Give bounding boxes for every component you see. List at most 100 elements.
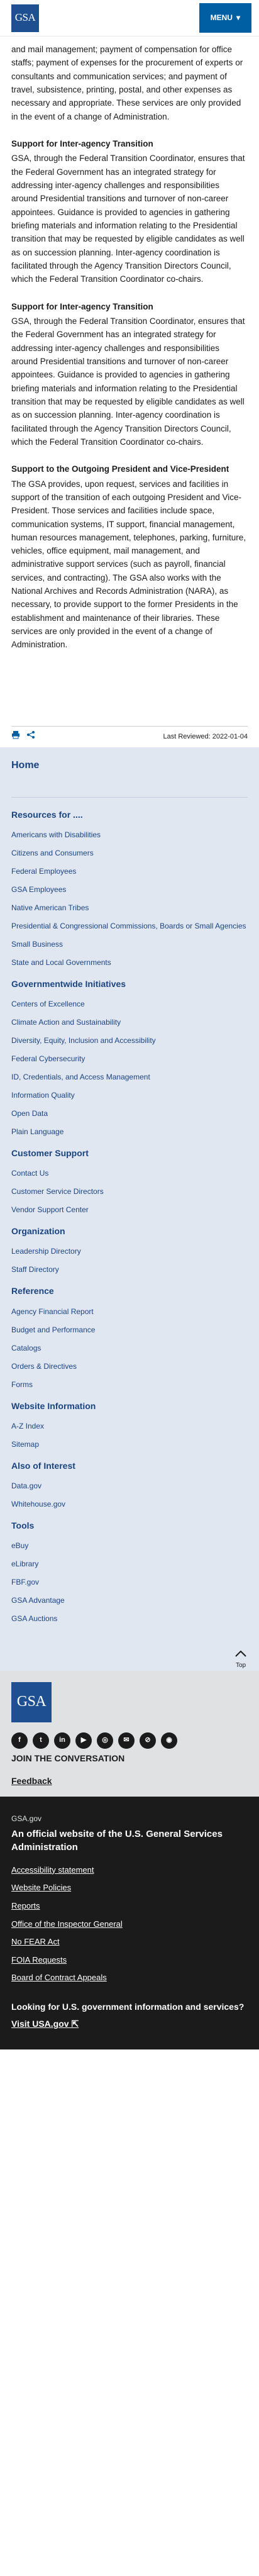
flickr-icon[interactable]: ⊘	[140, 1732, 156, 1749]
sitemap-link[interactable]: Centers of Excellence	[11, 998, 248, 1010]
sitemap-group-title: Customer Support	[11, 1148, 89, 1159]
sitemap-link[interactable]: eLibrary	[11, 1558, 248, 1570]
sitemap-group-title: Resources for ....	[11, 810, 83, 820]
sitemap-group-links: Centers of Excellence Climate Action and …	[11, 998, 248, 1137]
gov-identifier: GSA.gov An official website of the U.S. …	[0, 1796, 259, 2050]
chevron-down-icon: ▾	[236, 13, 240, 23]
sitemap-link[interactable]: ID, Credentials, and Access Management	[11, 1071, 248, 1083]
linkedin-icon[interactable]: in	[54, 1732, 70, 1749]
section-body: The GSA provides, upon request, services…	[11, 479, 246, 650]
section-heading: Support for Inter-agency Transition	[11, 138, 153, 148]
join-conversation-label: JOIN THE CONVERSATION	[11, 1753, 125, 1763]
sitemap-link[interactable]: Whitehouse.gov	[11, 1498, 248, 1510]
gsa-logo[interactable]: GSA	[11, 4, 39, 32]
sitemap-link[interactable]: Sitemap	[11, 1439, 248, 1450]
visit-usa-gov-link[interactable]: Visit USA.gov ⇱	[11, 2017, 248, 2031]
identifier-domain: GSA.gov	[11, 1814, 42, 1823]
sitemap-link[interactable]: Federal Cybersecurity	[11, 1053, 248, 1064]
social-links: f t in ▶ ◎ ✉ ⊘ ◉	[11, 1732, 248, 1749]
sitemap-link[interactable]: Contact Us	[11, 1168, 248, 1179]
sitemap-link[interactable]: Small Business	[11, 939, 248, 950]
identifier-link[interactable]: Accessibility statement	[11, 1864, 248, 1877]
identifier-looking: Looking for U.S. government information …	[11, 2001, 245, 2012]
sitemap-link[interactable]: Diversity, Equity, Inclusion and Accessi…	[11, 1035, 248, 1046]
sitemap-link[interactable]: Federal Employees	[11, 866, 248, 877]
sitemap-link[interactable]: Plain Language	[11, 1126, 248, 1137]
share-icon[interactable]	[26, 730, 35, 743]
sitemap-link[interactable]: Orders & Directives	[11, 1361, 248, 1372]
sitemap-link[interactable]: Vendor Support Center	[11, 1204, 248, 1215]
sitemap-groups: Resources for .... Americans with Disabil…	[11, 808, 248, 1624]
visit-label: Visit USA.gov	[11, 2019, 69, 2029]
identifier-link[interactable]: Office of the Inspector General	[11, 1918, 248, 1931]
sitemap-link[interactable]: Leadership Directory	[11, 1246, 248, 1257]
sitemap-group-title: Tools	[11, 1520, 35, 1531]
chevron-up-icon	[235, 1650, 246, 1661]
rss-icon[interactable]: ◉	[161, 1732, 177, 1749]
sitemap-group-title: Organization	[11, 1226, 65, 1237]
sitemap-link[interactable]: FBF.gov	[11, 1576, 248, 1588]
section-body: GSA, through the Federal Transition Coor…	[11, 153, 245, 284]
sitemap-group-links: Agency Financial Report Budget and Perfor…	[11, 1306, 248, 1390]
sitemap-link[interactable]: eBuy	[11, 1540, 248, 1551]
identifier-links: Accessibility statement Website Policies R…	[11, 1864, 248, 1985]
email-icon[interactable]: ✉	[118, 1732, 135, 1749]
sitemap-link[interactable]: Climate Action and Sustainability	[11, 1017, 248, 1028]
identifier-link[interactable]: Website Policies	[11, 1882, 248, 1895]
sitemap-group-links: eBuy eLibrary FBF.gov GSA Advantage GSA Auct…	[11, 1540, 248, 1624]
sitemap-group-links: Data.gov Whitehouse.gov	[11, 1480, 248, 1510]
site-header: GSA MENU ▾	[0, 0, 259, 36]
sitemap-group-links: Americans with Disabilities Citizens and …	[11, 829, 248, 968]
facebook-icon[interactable]: f	[11, 1732, 28, 1749]
identifier-link[interactable]: Reports	[11, 1900, 248, 1913]
main-content: and mail management; payment of compensa…	[0, 36, 259, 652]
back-to-top-label: Top	[235, 1661, 246, 1669]
identifier-link[interactable]: No FEAR Act	[11, 1936, 248, 1949]
sitemap-link[interactable]: Budget and Performance	[11, 1324, 248, 1335]
sitemap-link[interactable]: Citizens and Consumers	[11, 847, 248, 859]
menu-label: MENU	[210, 13, 233, 23]
sitemap-group-title: Reference	[11, 1286, 54, 1296]
section-body: GSA, through the Federal Transition Coor…	[11, 316, 245, 447]
sitemap-link[interactable]: Data.gov	[11, 1480, 248, 1492]
sitemap-link[interactable]: Staff Directory	[11, 1264, 248, 1275]
print-icon[interactable]	[11, 730, 20, 743]
sitemap-link[interactable]: Forms	[11, 1379, 248, 1390]
identifier-link[interactable]: Board of Contract Appeals	[11, 1971, 248, 1985]
sitemap-link[interactable]: State and Local Governments	[11, 957, 248, 968]
twitter-icon[interactable]: t	[33, 1732, 49, 1749]
identifier-link[interactable]: FOIA Requests	[11, 1954, 248, 1967]
sitemap-link[interactable]: Native American Tribes	[11, 902, 248, 913]
instagram-icon[interactable]: ◎	[97, 1732, 113, 1749]
sitemap-link[interactable]: GSA Advantage	[11, 1595, 248, 1606]
back-to-top: Top	[0, 1646, 259, 1671]
sitemap-link[interactable]: Open Data	[11, 1108, 248, 1119]
sitemap-group-links: A-Z Index Sitemap	[11, 1420, 248, 1450]
menu-button[interactable]: MENU ▾	[199, 3, 251, 33]
sitemap-group-title: Governmentwide Initiatives	[11, 979, 126, 990]
sitemap-link[interactable]: GSA Employees	[11, 884, 248, 895]
sitemap-link[interactable]: Catalogs	[11, 1342, 248, 1354]
external-link-icon: ⇱	[71, 2019, 79, 2029]
footer-social: GSA f t in ▶ ◎ ✉ ⊘ ◉ JOIN THE CONVERSATION Feed…	[0, 1670, 259, 1797]
sitemap-link[interactable]: Customer Service Directors	[11, 1186, 248, 1197]
back-to-top-button[interactable]: Top	[235, 1650, 246, 1671]
sitemap-home-link[interactable]: Home	[11, 755, 248, 798]
sitemap-link[interactable]: Information Quality	[11, 1090, 248, 1101]
identifier-official: An official website of the U.S. General …	[11, 1828, 223, 1853]
sitemap-link[interactable]: Presidential & Congressional Commissions…	[11, 920, 248, 932]
share-bar: Last Reviewed: 2022-01-04	[11, 725, 248, 747]
sitemap-link[interactable]: GSA Auctions	[11, 1613, 248, 1624]
footer-gsa-logo[interactable]: GSA	[11, 1681, 52, 1722]
youtube-icon[interactable]: ▶	[75, 1732, 92, 1749]
section-heading: Support to the Outgoing President and Vi…	[11, 464, 229, 474]
sitemap-link[interactable]: Agency Financial Report	[11, 1306, 248, 1317]
sitemap-group-links: Contact Us Customer Service Directors Vend…	[11, 1168, 248, 1215]
section-heading: Support for Inter-agency Transition	[11, 301, 153, 311]
sitemap-group-title: Also of Interest	[11, 1460, 75, 1471]
sitemap-link[interactable]: A-Z Index	[11, 1420, 248, 1432]
feedback-link[interactable]: Feedback	[11, 1776, 52, 1786]
sitemap-link[interactable]: Americans with Disabilities	[11, 829, 248, 840]
footer-sitemap: Home Resources for .... Americans with Di…	[0, 747, 259, 1647]
sitemap-group-links: Leadership Directory Staff Directory	[11, 1246, 248, 1275]
